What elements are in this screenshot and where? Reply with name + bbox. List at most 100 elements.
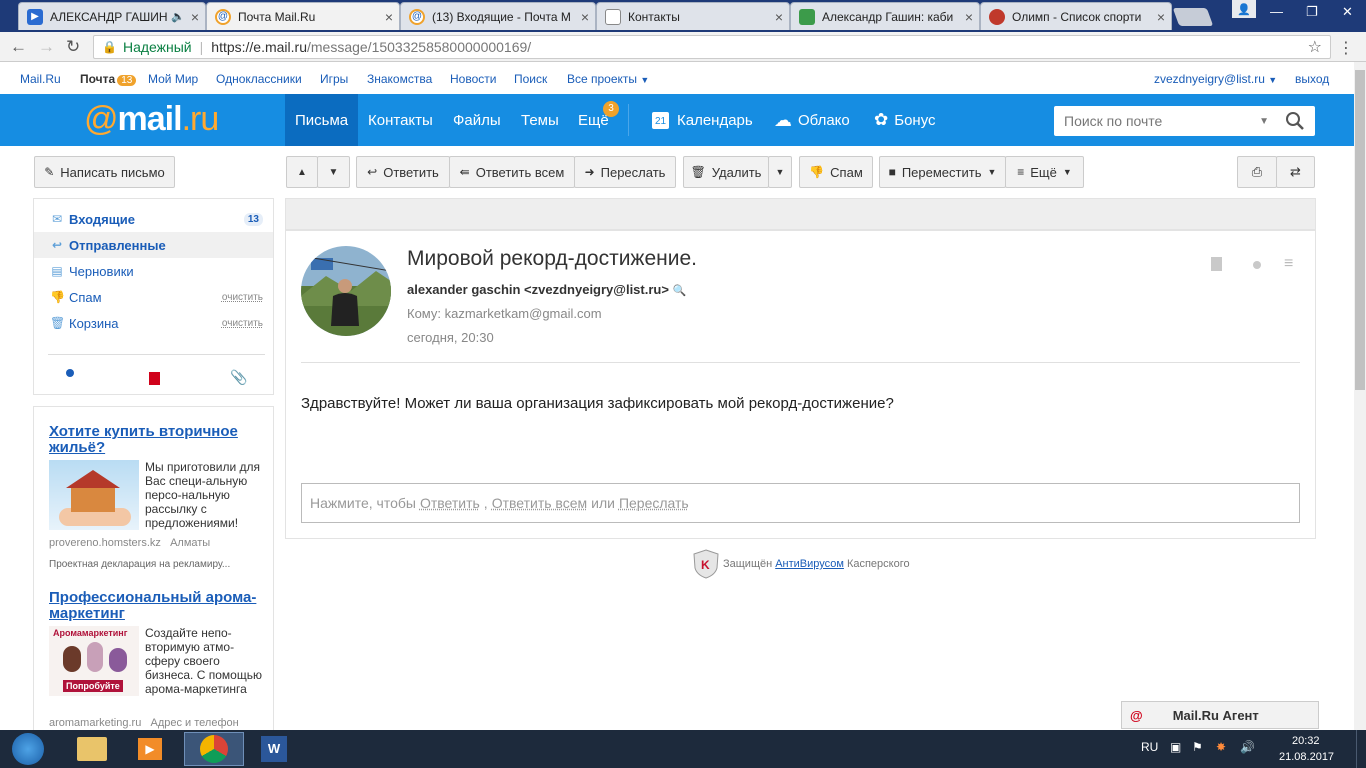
clock-time[interactable]: 20:32: [1292, 735, 1320, 747]
prev-message-button[interactable]: ▲: [286, 156, 318, 188]
spam-button[interactable]: 👎 Спам: [799, 156, 873, 188]
close-icon[interactable]: ×: [965, 9, 973, 25]
portal-link-news[interactable]: Новости: [450, 72, 496, 86]
reply-button[interactable]: ↩ Ответить: [356, 156, 450, 188]
antivirus-link[interactable]: АнтиВирусом: [775, 558, 844, 570]
bookmark-star-icon[interactable]: ☆: [1308, 37, 1322, 57]
delete-button[interactable]: 🗑 Удалить: [683, 156, 769, 188]
explorer-taskbar-icon[interactable]: [62, 732, 122, 766]
tab-title: АЛЕКСАНДР ГАШИН: [50, 9, 168, 24]
move-button[interactable]: ■ Переместить ▼: [879, 156, 1006, 188]
quick-reply-link[interactable]: Ответить: [420, 495, 480, 511]
close-icon[interactable]: ×: [581, 9, 589, 25]
portal-link-mailru[interactable]: Mail.Ru: [20, 72, 61, 86]
nav-contacts[interactable]: Контакты: [358, 94, 443, 146]
portal-link-ok[interactable]: Одноклассники: [216, 72, 302, 86]
ad-title[interactable]: Профессиональный арома-маркетинг: [49, 590, 264, 622]
portal-link-mail[interactable]: Почта 13: [80, 72, 137, 86]
chrome-taskbar-icon[interactable]: [184, 732, 244, 766]
clean-spam-link[interactable]: очистить: [222, 292, 263, 303]
clean-trash-link[interactable]: очистить: [222, 318, 263, 329]
user-menu[interactable]: zvezdnyeigry@list.ru ▼: [1154, 72, 1277, 86]
quick-reply-all-link[interactable]: Ответить всем: [492, 495, 587, 511]
start-button[interactable]: [2, 732, 54, 766]
compose-button[interactable]: ✎ Написать письмо: [34, 156, 175, 188]
tab-inbox[interactable]: @ (13) Входящие - Почта М ×: [400, 2, 596, 30]
folder-inbox[interactable]: ✉ Входящие 13: [34, 206, 273, 232]
close-icon[interactable]: ×: [191, 9, 199, 25]
translate-button[interactable]: ⇄: [1276, 156, 1315, 188]
avatar[interactable]: [301, 246, 391, 336]
flag-filter-icon[interactable]: [149, 372, 160, 385]
volume-icon[interactable]: 🔊: [1240, 740, 1255, 754]
network-icon[interactable]: ▣: [1170, 740, 1181, 754]
show-desktop-button[interactable]: [1356, 730, 1366, 768]
mail-ru-icon: @: [215, 8, 231, 25]
message-from[interactable]: alexander gaschin <zvezdnyeigry@list.ru>…: [407, 282, 686, 297]
folder-sent[interactable]: ↩ Отправленные: [34, 232, 273, 258]
search-icon[interactable]: [1285, 111, 1305, 131]
close-window-icon[interactable]: ✕: [1342, 4, 1353, 20]
app-tray-icon[interactable]: ✸: [1216, 740, 1226, 754]
nav-letters[interactable]: Письма: [285, 94, 359, 146]
mail-search-input[interactable]: Поиск по почте ▼: [1054, 106, 1315, 136]
scrollbar-thumb[interactable]: [1355, 70, 1365, 390]
forward-button[interactable]: ➜ Переслать: [574, 156, 676, 188]
unread-dot-icon[interactable]: [1253, 261, 1261, 269]
aroma-ad-image[interactable]: Аромамаркетинг Попробуйте: [49, 626, 139, 696]
folder-trash[interactable]: 🗑 Корзина очистить: [34, 310, 273, 336]
restore-icon[interactable]: ❐: [1306, 4, 1318, 20]
flag-icon[interactable]: [1211, 257, 1222, 271]
tab-contacts[interactable]: Контакты ×: [596, 2, 790, 30]
portal-link-dating[interactable]: Знакомства: [367, 72, 432, 86]
print-button[interactable]: ⎙: [1237, 156, 1277, 188]
delete-options-button[interactable]: ▼: [768, 156, 792, 188]
url-field[interactable]: 🔒 Надежный | https://e.mail.ru/message/1…: [93, 35, 1331, 59]
action-center-flag-icon[interactable]: ⚑: [1192, 740, 1203, 754]
portal-link-all-projects[interactable]: Все проекты ▼: [567, 72, 649, 86]
portal-link-mymir[interactable]: Мой Мир: [148, 72, 198, 86]
portal-link-search[interactable]: Поиск: [514, 72, 547, 86]
reply-all-button[interactable]: ⇚ Ответить всем: [449, 156, 575, 188]
close-icon[interactable]: ×: [385, 9, 393, 25]
chevron-down-icon[interactable]: ▼: [1259, 116, 1269, 127]
media-player-taskbar-icon[interactable]: ▶: [120, 732, 180, 766]
language-indicator[interactable]: RU: [1141, 740, 1158, 754]
nav-themes[interactable]: Темы: [511, 94, 569, 146]
nav-cloud[interactable]: ☁ Облако: [764, 94, 860, 146]
ad-title[interactable]: Хотите купить вторичное жильё?: [49, 424, 264, 456]
house-ad-image[interactable]: [49, 460, 139, 530]
back-icon[interactable]: ←: [10, 37, 27, 57]
tab-olymp[interactable]: Олимп - Список спорти ×: [980, 2, 1172, 30]
word-taskbar-icon[interactable]: W: [244, 732, 304, 766]
next-message-button[interactable]: ▼: [317, 156, 350, 188]
message-menu-icon[interactable]: ≡: [1284, 255, 1293, 273]
attachment-filter-icon[interactable]: 📎: [230, 369, 247, 386]
mail-agent-bar[interactable]: @ Mail.Ru Агент: [1121, 701, 1319, 729]
profile-icon[interactable]: 👤: [1232, 0, 1256, 18]
nav-bonus[interactable]: ✿ Бонус: [864, 94, 946, 146]
close-icon[interactable]: ×: [775, 9, 783, 25]
mail-ru-logo[interactable]: @mail.ru: [84, 100, 219, 139]
nav-calendar[interactable]: 21 Календарь: [642, 94, 763, 146]
close-icon[interactable]: ×: [1157, 9, 1165, 25]
tab-cabinet[interactable]: Александр Гашин: каби ×: [790, 2, 980, 30]
minimize-icon[interactable]: —: [1270, 4, 1283, 19]
tab-mail-ru[interactable]: @ Почта Mail.Ru ×: [206, 2, 400, 30]
browser-menu-icon[interactable]: ⋮: [1338, 38, 1354, 58]
portal-link-games[interactable]: Игры: [320, 72, 348, 86]
folder-spam[interactable]: 👎 Спам очистить: [34, 284, 273, 310]
forward-icon[interactable]: →: [38, 37, 55, 57]
reload-icon[interactable]: ↻: [66, 37, 80, 57]
nav-files[interactable]: Файлы: [443, 94, 511, 146]
quick-reply-box[interactable]: Нажмите, чтобы Ответить, Ответить всем и…: [301, 483, 1300, 523]
folder-drafts[interactable]: ▤ Черновики: [34, 258, 273, 284]
page-scrollbar[interactable]: [1354, 62, 1366, 730]
logout-link[interactable]: выход: [1295, 72, 1329, 86]
quick-forward-link[interactable]: Переслать: [619, 495, 689, 511]
more-button[interactable]: ≡ Ещё ▼: [1005, 156, 1084, 188]
new-tab-button[interactable]: [1172, 8, 1214, 26]
clock-date[interactable]: 21.08.2017: [1279, 751, 1334, 763]
tab-youtube[interactable]: ▶ АЛЕКСАНДР ГАШИН 🔈 ×: [18, 2, 206, 30]
unread-filter-icon[interactable]: [66, 369, 74, 377]
